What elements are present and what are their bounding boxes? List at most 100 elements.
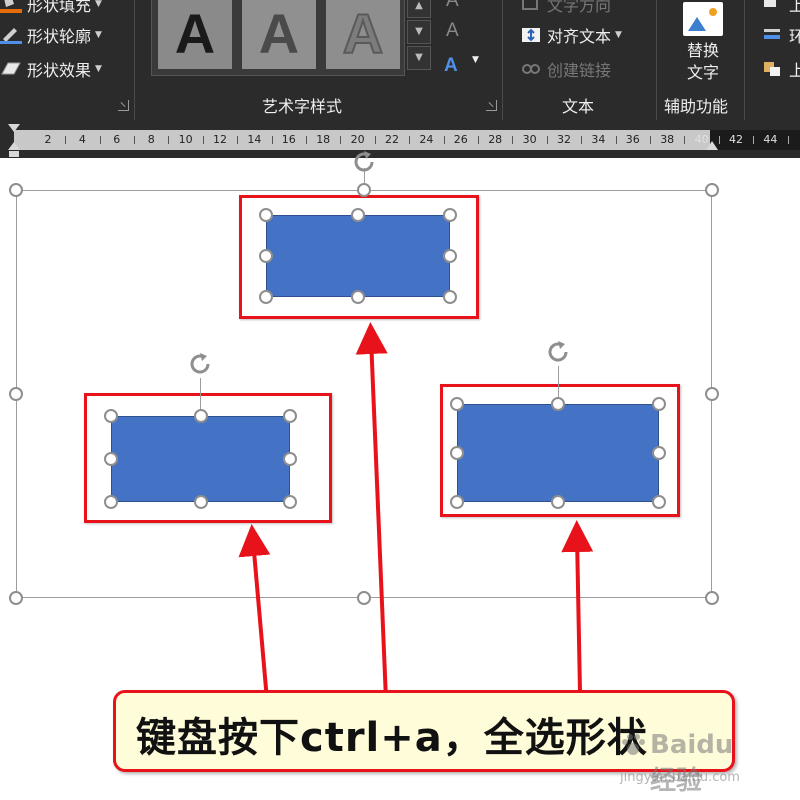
rectangle-shape-left[interactable] [111, 416, 290, 502]
resize-handle[interactable] [705, 591, 719, 605]
resize-handle[interactable] [705, 183, 719, 197]
resize-handle[interactable] [551, 397, 565, 411]
resize-handle[interactable] [551, 495, 565, 509]
send-backward-button[interactable]: 上 [762, 57, 800, 81]
resize-handle[interactable] [357, 591, 371, 605]
text-direction-icon [520, 0, 542, 13]
ruler-tick-mark [650, 136, 651, 144]
rotate-handle-icon[interactable] [186, 350, 214, 378]
resize-handle[interactable] [283, 409, 297, 423]
resize-handle[interactable] [104, 495, 118, 509]
group-separator [656, 0, 657, 120]
link-icon [520, 60, 542, 78]
resize-handle[interactable] [104, 409, 118, 423]
ruler-tick-mark [65, 136, 67, 144]
ruler-tick-label: 26 [453, 133, 468, 146]
ruler-tick-mark [99, 136, 101, 144]
group-separator [502, 0, 503, 120]
resize-handle[interactable] [104, 452, 118, 466]
ruler-tick-mark [374, 136, 376, 144]
ruler-tick-mark [340, 136, 342, 144]
ruler-tick-label: 2 [44, 133, 52, 146]
ruler-tick-label: 20 [350, 133, 365, 146]
resize-handle[interactable] [652, 495, 666, 509]
shape-styles-launcher-icon[interactable] [118, 100, 129, 111]
resize-handle[interactable] [443, 290, 457, 304]
ruler-tick-mark [306, 136, 307, 144]
resize-handle[interactable] [443, 208, 457, 222]
callout-text: 键盘按下ctrl+a，全选形状 [136, 715, 648, 761]
paw-logo-icon [622, 734, 645, 755]
resize-handle[interactable] [652, 446, 666, 460]
ruler-tick-mark [753, 136, 755, 144]
ruler-tick-mark [478, 136, 479, 144]
bring-forward-button[interactable]: 上 [762, 0, 800, 16]
resize-handle[interactable] [9, 591, 23, 605]
wordart-launcher-icon[interactable] [486, 100, 497, 111]
gallery-more-icon[interactable]: ▼ [407, 46, 431, 70]
rectangle-shape-top[interactable] [266, 215, 450, 297]
ruler-tick-mark [409, 136, 411, 144]
resize-handle[interactable] [450, 446, 464, 460]
picture-icon [683, 2, 723, 36]
ruler-tick-label: 34 [591, 133, 606, 146]
ruler-tick-label: 8 [147, 133, 155, 146]
text-outline-button[interactable]: A [446, 20, 459, 42]
resize-handle[interactable] [193, 495, 208, 509]
group-separator [134, 0, 135, 120]
resize-handle[interactable] [652, 397, 666, 411]
group-separator [744, 0, 745, 120]
shape-outline-button[interactable]: 形状轮廓 ▼ [0, 23, 102, 47]
resize-handle[interactable] [443, 249, 457, 263]
ruler-tick-mark [512, 136, 514, 144]
ruler-tick-mark [718, 136, 720, 144]
wordart-style-2[interactable]: A [242, 0, 316, 69]
rectangle-shape-right[interactable] [457, 404, 659, 502]
rotate-handle-icon[interactable] [544, 338, 572, 366]
wrap-text-icon [762, 26, 784, 44]
wrap-text-button[interactable]: 环 [762, 23, 800, 47]
ruler-tick-label: 18 [316, 133, 331, 146]
horizontal-ruler[interactable]: 2 4 6 8 10 12 14 16 18 20 22 24 26 28 30 32 34 36 38 40 42 44 [0, 122, 800, 158]
resize-handle[interactable] [259, 208, 273, 222]
align-text-button[interactable]: 对齐文本 ▼ [520, 23, 622, 47]
resize-handle[interactable] [9, 183, 23, 197]
alt-text-button[interactable]: 替换 文字 [668, 0, 738, 84]
resize-handle[interactable] [193, 409, 208, 423]
gallery-scroll-down-icon[interactable]: ▼ [407, 20, 431, 44]
shape-fill-button[interactable]: 形状填充 ▼ [0, 0, 102, 16]
ruler-tick-label: 28 [488, 133, 503, 146]
resize-handle[interactable] [357, 183, 371, 197]
resize-handle[interactable] [9, 387, 23, 401]
shape-effects-button[interactable]: 形状效果 ▼ [0, 57, 102, 81]
watermark: Baidu 经验 jingyan.baidu.com [620, 730, 755, 800]
gallery-scroll-up-icon[interactable]: ▲ [407, 0, 431, 18]
right-indent-marker[interactable] [706, 141, 718, 150]
resize-handle[interactable] [450, 397, 464, 411]
resize-handle[interactable] [351, 208, 365, 222]
text-effects-button[interactable]: A [444, 55, 458, 77]
first-line-indent-marker[interactable] [8, 124, 20, 157]
resize-handle[interactable] [259, 290, 273, 304]
resize-handle[interactable] [283, 452, 297, 466]
ruler-tick-mark [684, 136, 686, 144]
ribbon: 形状填充 ▼ 形状轮廓 ▼ 形状效果 ▼ A A A ▲ ▼ ▼ A A A ▼ 艺术… [0, 0, 800, 122]
create-link-button[interactable]: 创建链接 [520, 57, 611, 81]
paint-bucket-icon [0, 0, 22, 13]
wordart-style-3[interactable]: A [326, 0, 400, 69]
resize-handle[interactable] [283, 495, 297, 509]
ruler-tick-label: 30 [522, 133, 537, 146]
resize-handle[interactable] [705, 387, 719, 401]
resize-handle[interactable] [450, 495, 464, 509]
text-fill-button[interactable]: A [446, 0, 459, 12]
resize-handle[interactable] [259, 249, 273, 263]
text-effects-dropdown-icon[interactable]: ▼ [472, 55, 479, 65]
alt-text-label-line1: 替换 [686, 41, 719, 60]
resize-handle[interactable] [351, 290, 365, 304]
wordart-style-1[interactable]: A [158, 0, 232, 69]
shape-effects-icon [0, 60, 22, 78]
text-direction-button[interactable]: 文字方向 [520, 0, 611, 16]
ruler-tick-mark [202, 136, 204, 144]
ruler-tick-mark [168, 136, 170, 144]
rotate-handle-icon[interactable] [350, 148, 378, 176]
